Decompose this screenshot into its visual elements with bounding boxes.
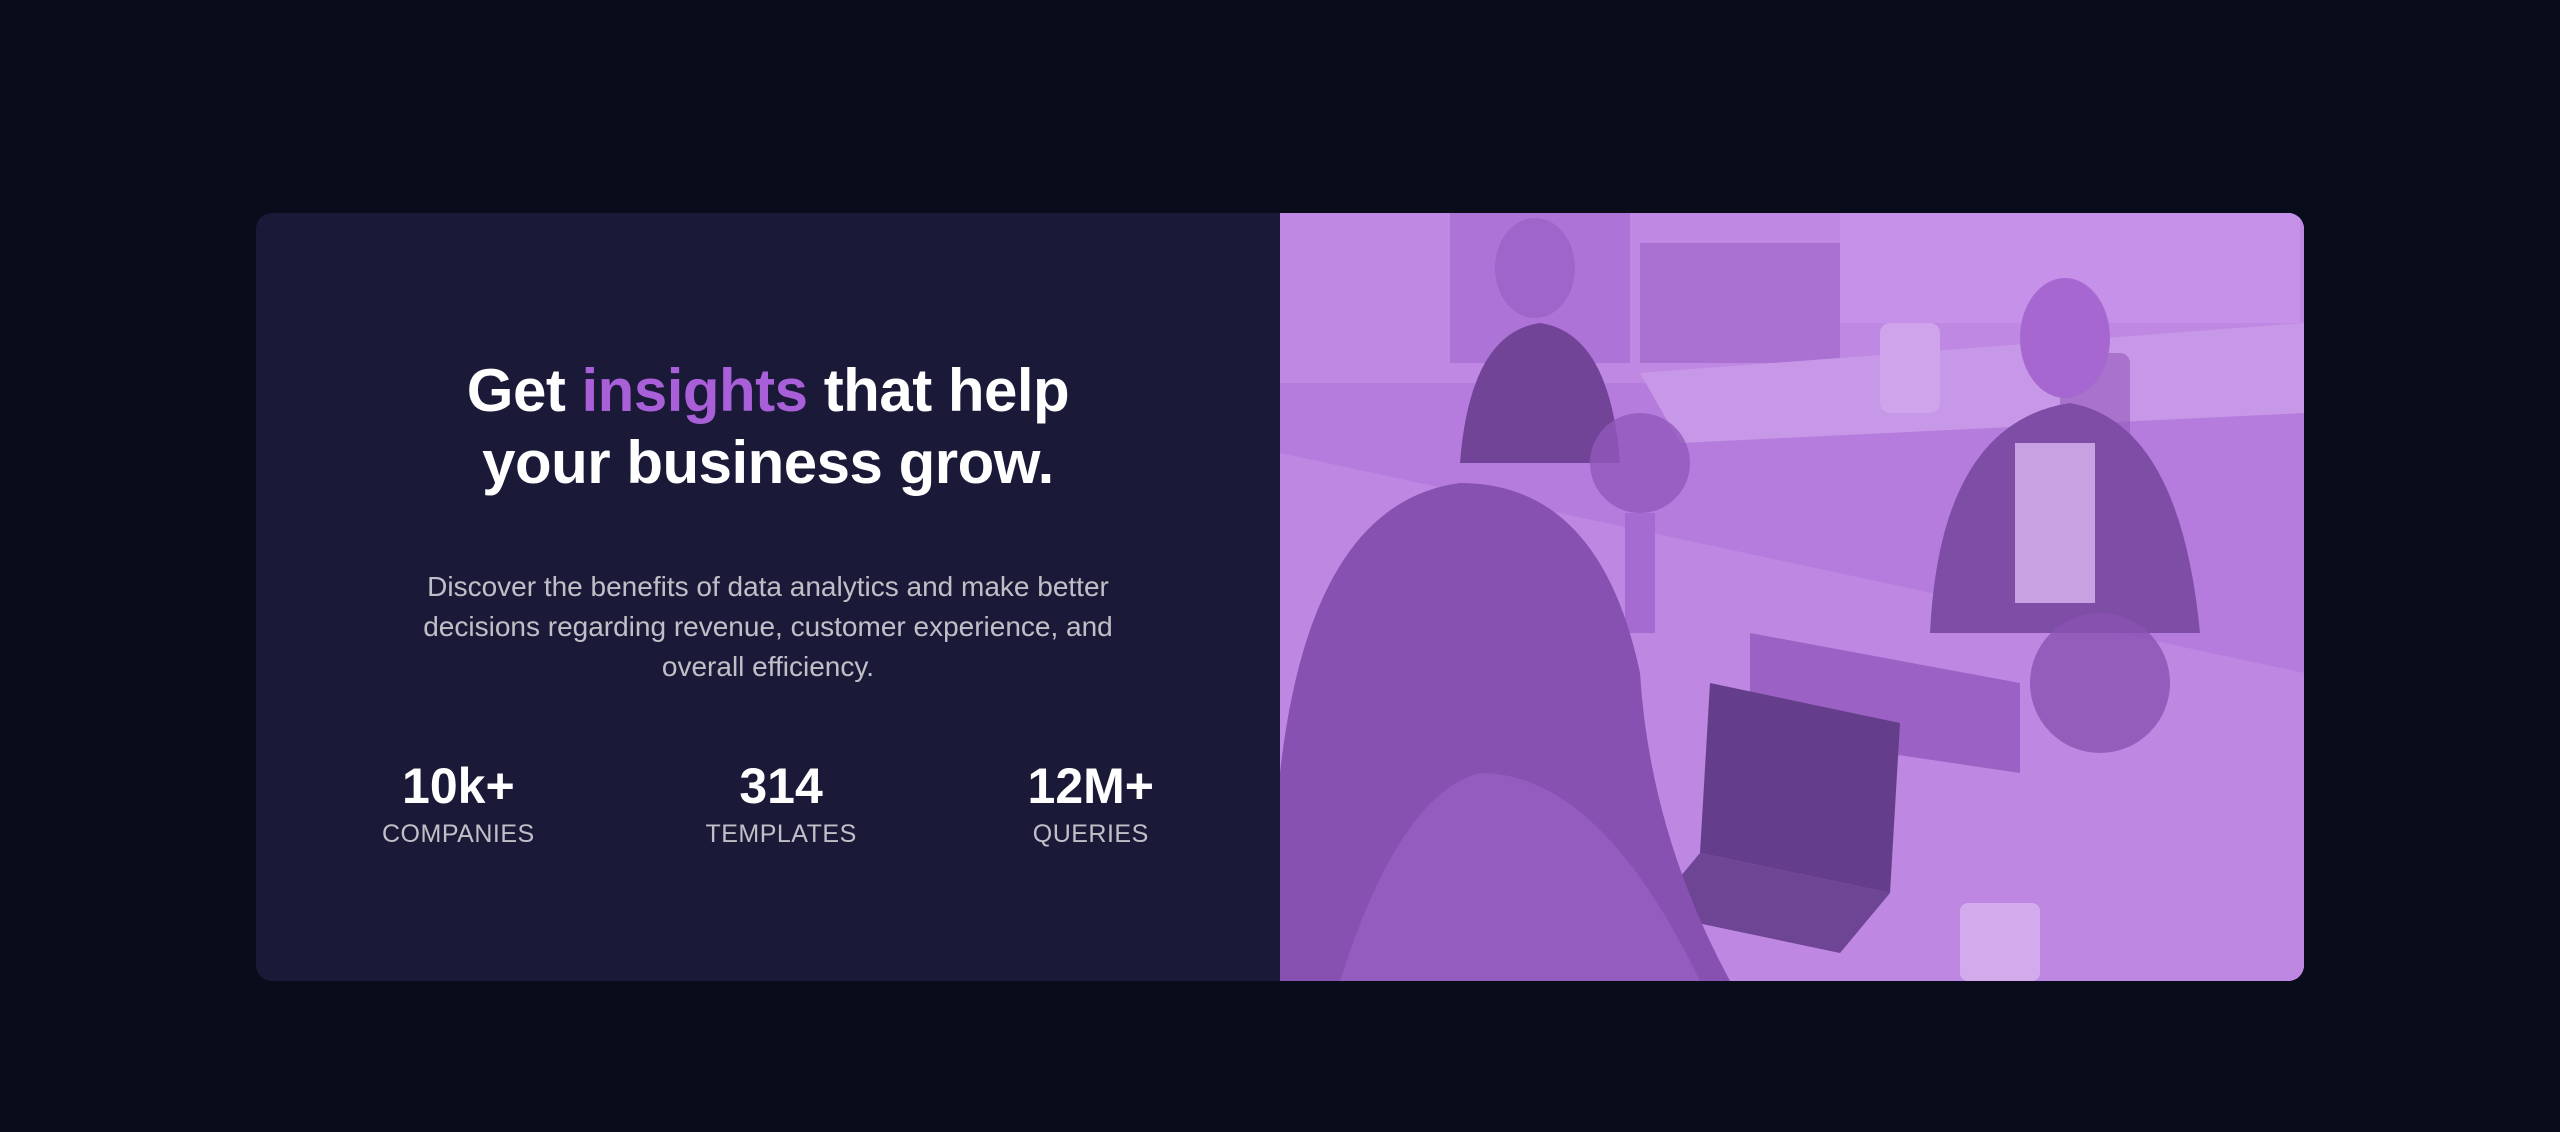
office-photo [1280, 213, 2304, 981]
headline-start: Get [466, 357, 566, 424]
stat-label: COMPANIES [382, 820, 535, 848]
description: Discover the benefits of data analytics … [423, 571, 1113, 682]
page-title: Get insights that help your business gro… [408, 355, 1128, 499]
card-content: Get insights that help your business gro… [256, 213, 1280, 981]
office-scene-illustration [1280, 213, 2304, 981]
stat-value: 10k+ [402, 758, 515, 814]
stat-value: 12M+ [1027, 758, 1154, 814]
headline-accent: insights [581, 357, 809, 424]
stats-preview-card: Get insights that help your business gro… [256, 213, 2304, 981]
stat-label: TEMPLATES [705, 820, 857, 848]
stat-value: 314 [739, 758, 823, 814]
stats-row: 10k+ COMPANIES 314 TEMPLATES 12M+ QUERIE… [382, 757, 1154, 849]
stat-companies: 10k+ COMPANIES [382, 757, 535, 849]
stat-queries: 12M+ QUERIES [1028, 757, 1154, 849]
stat-templates: 314 TEMPLATES [705, 757, 856, 849]
stat-label: QUERIES [1032, 820, 1149, 848]
